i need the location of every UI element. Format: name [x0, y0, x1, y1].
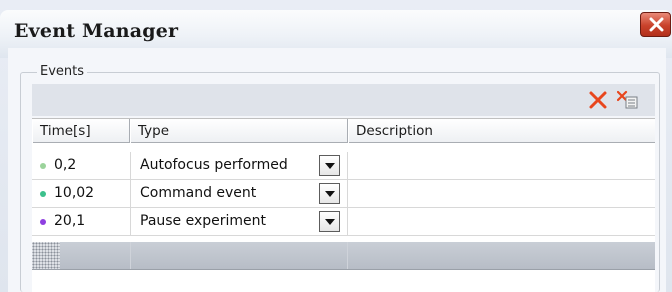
table-header: Time[s] Type Description — [32, 118, 655, 143]
new-time-cell[interactable] — [32, 242, 131, 269]
column-header-description[interactable]: Description — [348, 119, 655, 143]
events-toolbar — [32, 84, 655, 116]
new-description-cell[interactable] — [348, 242, 655, 269]
status-dot-icon — [40, 219, 46, 225]
time-cell[interactable]: 0,2 — [32, 152, 131, 179]
time-cell[interactable]: 10,02 — [32, 180, 131, 207]
type-cell[interactable]: Pause experiment — [131, 208, 348, 235]
new-type-cell[interactable] — [131, 242, 348, 269]
new-row[interactable] — [32, 242, 655, 270]
delete-event-icon[interactable] — [588, 90, 608, 110]
events-group-label: Events — [37, 64, 88, 79]
time-cell[interactable]: 20,1 — [32, 208, 131, 235]
type-dropdown-button[interactable] — [319, 211, 340, 232]
type-dropdown-button[interactable] — [319, 155, 340, 176]
type-value: Command event — [140, 185, 257, 201]
table-row[interactable]: 20,1 Pause experiment — [32, 208, 655, 236]
time-value: 10,02 — [54, 185, 95, 201]
event-manager-window: Event Manager Events Time[s] Type Descri… — [0, 0, 672, 292]
column-header-time[interactable]: Time[s] — [32, 119, 130, 143]
events-table: Time[s] Type Description 0,2 Autofocus p… — [32, 118, 655, 292]
status-dot-icon — [40, 191, 46, 197]
type-dropdown-button[interactable] — [319, 183, 340, 204]
close-button[interactable] — [640, 12, 671, 37]
delete-all-events-icon[interactable] — [617, 90, 639, 110]
type-cell[interactable]: Command event — [131, 180, 348, 207]
description-cell[interactable] — [348, 152, 655, 179]
type-value: Autofocus performed — [140, 157, 288, 173]
type-value: Pause experiment — [140, 213, 267, 229]
close-icon — [649, 17, 664, 32]
time-value: 20,1 — [54, 213, 86, 229]
time-value: 0,2 — [54, 157, 77, 173]
column-header-type[interactable]: Type — [130, 119, 348, 143]
table-row[interactable]: 0,2 Autofocus performed — [32, 152, 655, 180]
description-cell[interactable] — [348, 208, 655, 235]
table-row[interactable]: 10,02 Command event — [32, 180, 655, 208]
window-title: Event Manager — [14, 20, 179, 42]
status-dot-icon — [40, 163, 46, 169]
type-cell[interactable]: Autofocus performed — [131, 152, 348, 179]
description-cell[interactable] — [348, 180, 655, 207]
